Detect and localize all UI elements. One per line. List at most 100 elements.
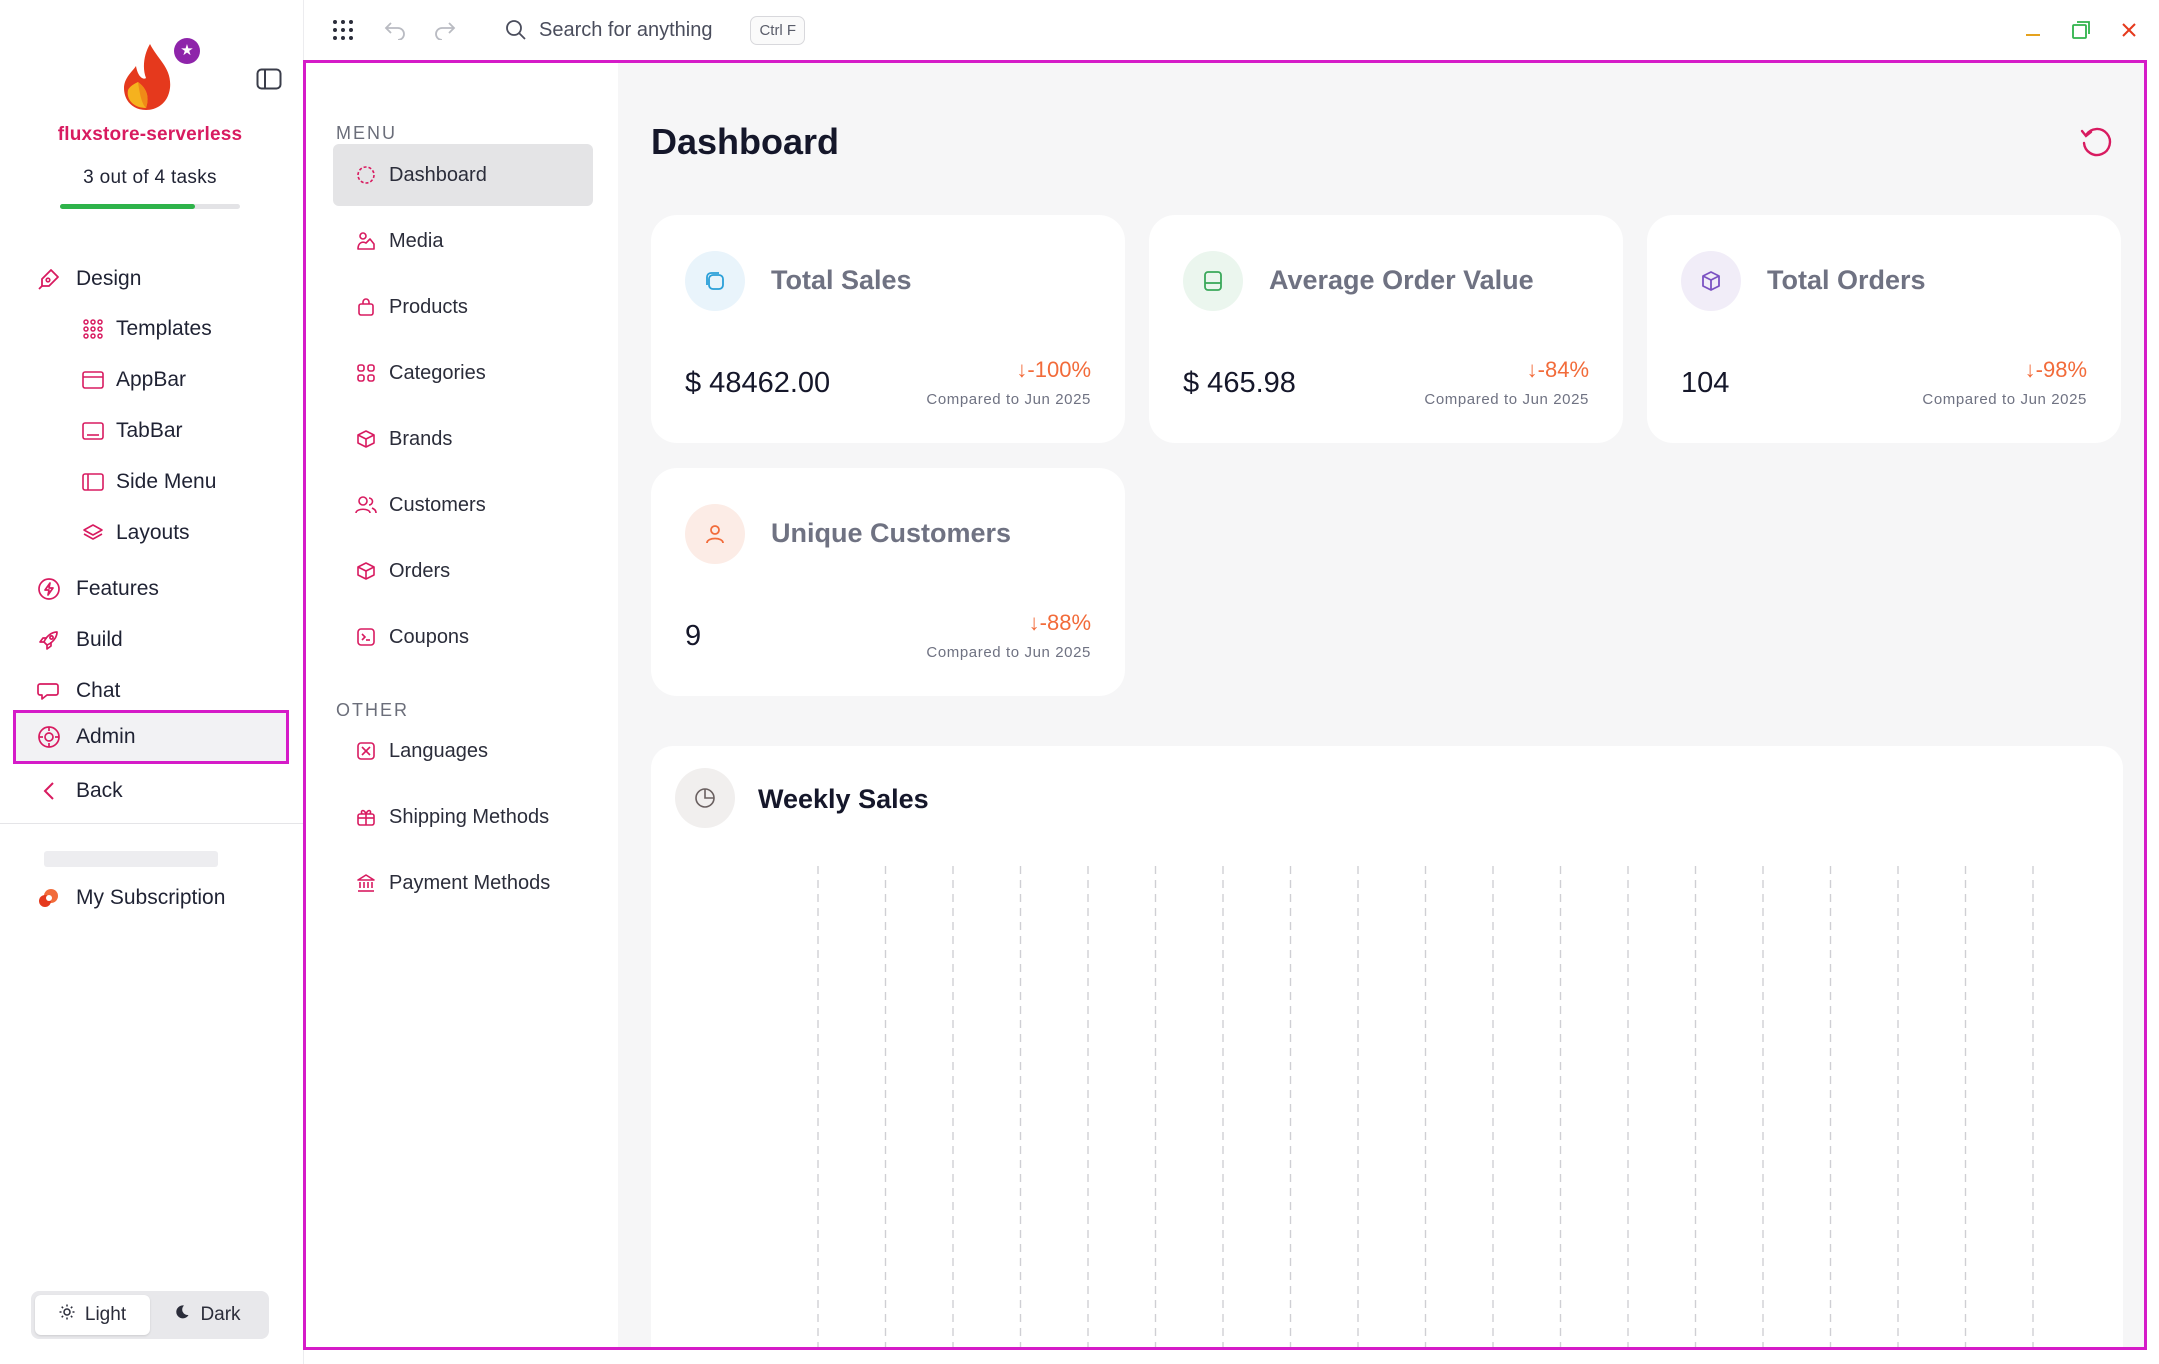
sidebar-item-label: AppBar	[116, 368, 187, 391]
arrow-down-icon: ↓	[1526, 357, 1538, 382]
menu-item-dashboard[interactable]: Dashboard	[333, 144, 593, 206]
sidebar-panel-icon	[256, 68, 282, 90]
menu-item-label: Customers	[389, 493, 486, 516]
menu-item-label: Shipping Methods	[389, 805, 550, 828]
sidebar-item-side-menu[interactable]: Side Menu	[60, 461, 286, 503]
maximize-button[interactable]	[2067, 16, 2095, 44]
pie-chart-icon	[675, 768, 735, 828]
task-progress-bar	[60, 204, 240, 209]
sidebar-item-label: My Subscription	[76, 886, 226, 909]
menu-item-media[interactable]: Media	[333, 210, 593, 272]
sidebar-item-design[interactable]: Design	[16, 258, 286, 300]
menu-item-shipping-methods[interactable]: Shipping Methods	[333, 786, 593, 848]
top-bar: Search for anything Ctrl F	[305, 0, 2159, 60]
arrow-down-icon: ↓	[2024, 357, 2036, 382]
page-title: Dashboard	[651, 121, 840, 162]
search-bar[interactable]: Search for anything Ctrl F	[505, 14, 806, 46]
admin-gear-icon	[36, 724, 62, 750]
dashboard-icon	[355, 164, 377, 186]
redo-button[interactable]	[431, 16, 459, 44]
search-icon	[506, 20, 526, 40]
sidebar-item-label: Templates	[116, 317, 212, 340]
menu-item-label: Dashboard	[389, 163, 487, 186]
stat-delta-value: -98%	[2035, 357, 2087, 382]
receipt-icon	[1183, 251, 1243, 311]
stat-delta-value: -84%	[1537, 357, 1589, 382]
project-logo: ★	[120, 38, 200, 112]
sidebar-divider	[0, 823, 304, 824]
theme-dark-button[interactable]: Dark	[150, 1295, 265, 1335]
menu-item-coupons[interactable]: Coupons	[333, 606, 593, 668]
blurred-user-email	[44, 851, 218, 867]
undo-button[interactable]	[381, 16, 409, 44]
menu-item-label: Orders	[389, 559, 451, 582]
project-name: fluxstore-serverless	[57, 124, 243, 145]
coupon-icon	[355, 626, 377, 648]
menu-item-brands[interactable]: Brands	[333, 408, 593, 470]
sidebar-item-layouts[interactable]: Layouts	[60, 512, 286, 554]
menu-section-label: OTHER	[336, 700, 409, 720]
layers-icon	[80, 520, 106, 546]
sidebar-item-tabbar[interactable]: TabBar	[60, 410, 286, 452]
chevron-left-icon	[36, 778, 62, 804]
admin-content-frame: MENU Dashboard Media Products Categories…	[303, 60, 2147, 1350]
menu-item-customers[interactable]: Customers	[333, 474, 593, 536]
menu-item-categories[interactable]: Categories	[333, 342, 593, 404]
gift-icon	[355, 806, 377, 828]
stat-delta-value: -88%	[1039, 610, 1091, 635]
menu-item-languages[interactable]: Languages	[333, 720, 593, 782]
task-count: 3 out of 4 tasks	[83, 167, 217, 188]
menu-item-label: Coupons	[389, 625, 470, 648]
sidebar-item-admin[interactable]: Admin	[13, 710, 289, 764]
stat-delta: ↓-100%	[1016, 357, 1091, 383]
task-progress-fill	[60, 204, 195, 209]
sidebar-item-features[interactable]: Features	[16, 568, 286, 610]
sidebar-toggle-button[interactable]	[256, 68, 284, 92]
app-sidebar: ★ fluxstore-serverless 3 out of 4 tasks …	[0, 0, 304, 1364]
moon-icon	[174, 1304, 190, 1326]
theme-light-button[interactable]: Light	[35, 1295, 150, 1335]
sidebar-item-build[interactable]: Build	[16, 619, 286, 661]
sidebar-item-my-subscription[interactable]: My Subscription	[16, 877, 286, 919]
menu-item-payment-methods[interactable]: Payment Methods	[333, 852, 593, 914]
close-icon	[2122, 23, 2136, 37]
search-shortcut-badge: Ctrl F	[750, 15, 806, 45]
minimize-button[interactable]	[2019, 16, 2047, 44]
menu-item-label: Languages	[389, 739, 488, 762]
refresh-button[interactable]	[2076, 121, 2116, 161]
rocket-icon	[36, 627, 62, 653]
stat-value: $ 48462.00	[685, 367, 831, 399]
stat-card-unique-customers: Unique Customers 9 ↓-88% Compared to Jun…	[651, 468, 1125, 696]
minimize-icon	[2026, 34, 2040, 36]
sidebar-item-label: Side Menu	[116, 470, 217, 493]
chat-icon	[36, 678, 62, 704]
stat-delta: ↓-84%	[1527, 357, 1589, 383]
refresh-icon	[2080, 127, 2112, 157]
admin-menu: MENU Dashboard Media Products Categories…	[306, 63, 618, 1347]
search-placeholder: Search for anything	[539, 18, 713, 41]
arrow-down-icon: ↓	[1028, 610, 1040, 635]
stat-delta: ↓-98%	[2025, 357, 2087, 383]
stat-title: Unique Customers	[771, 518, 1012, 548]
sidebar-item-templates[interactable]: Templates	[60, 308, 286, 350]
close-button[interactable]	[2115, 16, 2143, 44]
theme-dark-label: Dark	[200, 1304, 241, 1325]
stat-compare: Compared to Jun 2025	[1922, 391, 2087, 408]
sidebar-item-label: Features	[76, 577, 159, 600]
sidebar-item-chat[interactable]: Chat	[16, 670, 286, 712]
sidebar-item-appbar[interactable]: AppBar	[60, 359, 286, 401]
pen-icon	[36, 266, 62, 292]
stat-card-total-orders: Total Orders 104 ↓-98% Compared to Jun 2…	[1647, 215, 2121, 443]
undo-icon	[384, 22, 405, 40]
redo-icon	[435, 22, 456, 40]
stat-value: 104	[1681, 367, 1730, 399]
apps-grid-button[interactable]	[329, 16, 357, 44]
stat-delta-value: -100%	[1027, 357, 1091, 382]
bank-icon	[355, 872, 377, 894]
menu-item-products[interactable]: Products	[333, 276, 593, 338]
apps-grid-icon	[333, 20, 353, 40]
sidebar-item-back[interactable]: Back	[16, 770, 286, 812]
grid-dots-icon	[80, 316, 106, 342]
stat-value: $ 465.98	[1183, 367, 1296, 399]
menu-item-orders[interactable]: Orders	[333, 540, 593, 602]
